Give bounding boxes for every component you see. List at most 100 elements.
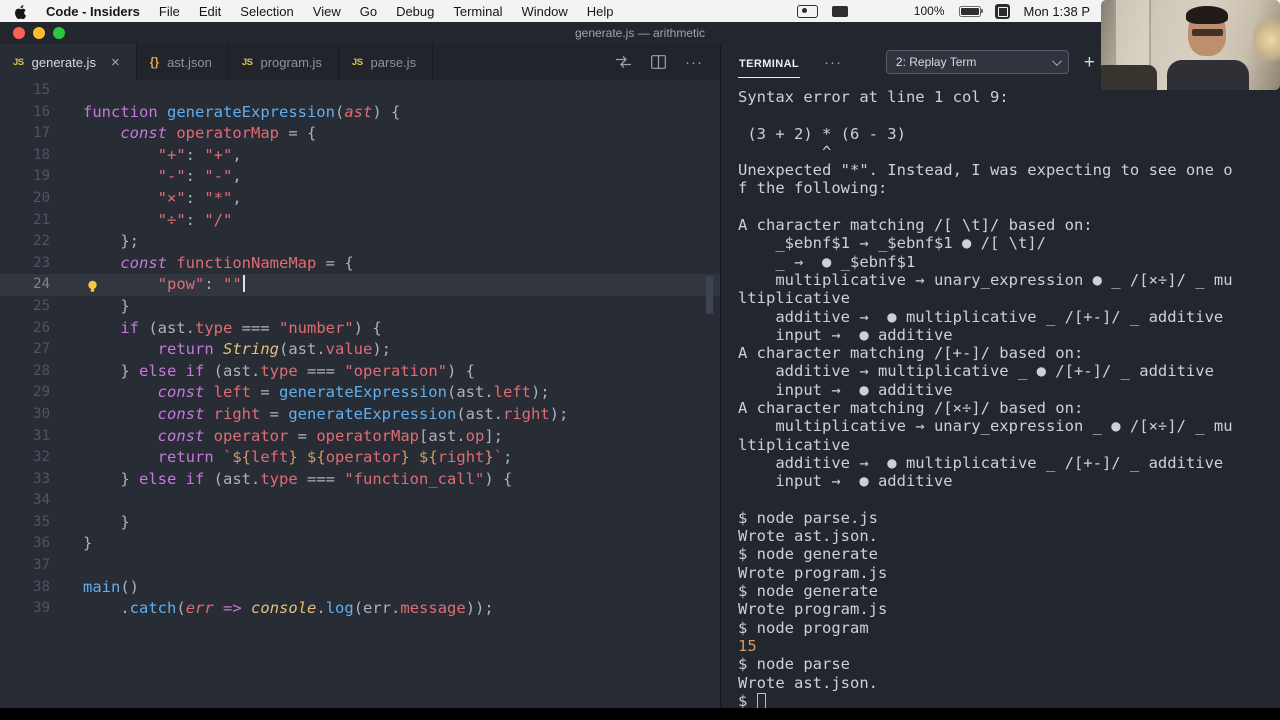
new-terminal-button[interactable]: + [1084, 53, 1095, 72]
line-number: 16 [0, 102, 50, 124]
code-lines: 1516function generateExpression(ast) {17… [0, 80, 720, 620]
terminal-line: Wrote ast.json. [738, 527, 1280, 545]
tab-program.js[interactable]: JS program.js [229, 44, 339, 80]
traffic-lights [13, 27, 65, 39]
code-line-30[interactable]: 30 const right = generateExpression(ast.… [0, 404, 720, 426]
line-number: 39 [0, 598, 50, 620]
code-line-16[interactable]: 16function generateExpression(ast) { [0, 102, 720, 124]
code-line-37[interactable]: 37 [0, 555, 720, 577]
code-line-17[interactable]: 17 const operatorMap = { [0, 123, 720, 145]
tab-label: program.js [261, 55, 322, 70]
terminal-line: $ [738, 692, 1280, 708]
terminal-instance-select[interactable]: 2: Replay Term [886, 50, 1069, 74]
close-icon[interactable]: × [111, 54, 120, 71]
tab-generate.js[interactable]: JSgenerate.js× [0, 44, 137, 80]
code-line-29[interactable]: 29 const left = generateExpression(ast.l… [0, 382, 720, 404]
battery-icon[interactable] [959, 6, 981, 17]
split-editor-icon[interactable] [651, 55, 666, 69]
menu-terminal[interactable]: Terminal [453, 4, 502, 19]
terminal-line [738, 491, 1280, 509]
menubar-app-icon[interactable] [995, 4, 1010, 19]
line-number: 24 [0, 274, 50, 296]
menu-help[interactable]: Help [587, 4, 614, 19]
terminal-line: f the following: [738, 179, 1280, 197]
tab-label: parse.js [371, 55, 417, 70]
editor-cursor [243, 275, 245, 292]
webcam-background-lamp [1253, 16, 1280, 64]
code-line-23[interactable]: 23 const functionNameMap = { [0, 253, 720, 275]
menubar-left: Code - Insiders File Edit Selection View Go D… [14, 4, 614, 19]
line-number: 31 [0, 426, 50, 448]
screen-record-icon[interactable] [797, 5, 818, 18]
terminal-line: additive → ● multiplicative _ /[+-]/ _ a… [738, 308, 1280, 326]
menu-selection[interactable]: Selection [240, 4, 293, 19]
tab-parse.js[interactable]: JS parse.js [339, 44, 433, 80]
terminal-line: additive → ● multiplicative _ /[+-]/ _ a… [738, 454, 1280, 472]
window-title: generate.js — arithmetic [575, 26, 705, 40]
code-line-19[interactable]: 19 "-": "-", [0, 166, 720, 188]
js-file-icon: JS [352, 57, 363, 68]
code-line-27[interactable]: 27 return String(ast.value); [0, 339, 720, 361]
code-editor[interactable]: 1516function generateExpression(ast) {17… [0, 80, 720, 708]
menu-window[interactable]: Window [522, 4, 568, 19]
menu-view[interactable]: View [313, 4, 341, 19]
code-line-26[interactable]: 26 if (ast.type === "number") { [0, 318, 720, 340]
open-changes-icon[interactable] [615, 55, 632, 69]
line-number: 34 [0, 490, 50, 512]
terminal-line: input → ● additive [738, 381, 1280, 399]
menu-debug[interactable]: Debug [396, 4, 434, 19]
menu-edit[interactable]: Edit [199, 4, 221, 19]
apple-icon[interactable] [14, 4, 27, 19]
code-line-33[interactable]: 33 } else if (ast.type === "function_cal… [0, 469, 720, 491]
line-number: 33 [0, 469, 50, 491]
terminal-line: $ node parse [738, 655, 1280, 673]
code-line-38[interactable]: 38main() [0, 577, 720, 599]
terminal-line: $ node generate [738, 582, 1280, 600]
code-line-15[interactable]: 15 [0, 80, 720, 102]
editor-scrollbar[interactable] [706, 276, 713, 314]
code-line-22[interactable]: 22 }; [0, 231, 720, 253]
code-line-24[interactable]: 24 "pow": "" [0, 274, 720, 296]
code-line-35[interactable]: 35 } [0, 512, 720, 534]
terminal-more-actions-icon[interactable]: ··· [824, 54, 842, 71]
line-number: 25 [0, 296, 50, 318]
window-titlebar: generate.js — arithmetic [0, 22, 1280, 44]
camera-icon[interactable] [832, 6, 848, 17]
code-line-34[interactable]: 34 [0, 490, 720, 512]
code-line-20[interactable]: 20 "×": "*", [0, 188, 720, 210]
code-line-18[interactable]: 18 "+": "+", [0, 145, 720, 167]
terminal-line: multiplicative → unary_expression ● _ /[… [738, 271, 1280, 289]
js-file-icon: JS [13, 57, 24, 68]
line-number: 30 [0, 404, 50, 426]
chevron-down-icon [1052, 56, 1062, 66]
menu-items: File Edit Selection View Go Debug Terminal Wind… [159, 4, 614, 19]
line-number: 15 [0, 80, 50, 102]
terminal-line [738, 106, 1280, 124]
menu-file[interactable]: File [159, 4, 180, 19]
terminal-panel: TERMINAL ··· 2: Replay Term + Syntax err… [720, 44, 1280, 708]
menubar-clock[interactable]: Mon 1:38 P [1024, 4, 1091, 19]
menu-go[interactable]: Go [360, 4, 377, 19]
code-line-31[interactable]: 31 const operator = operatorMap[ast.op]; [0, 426, 720, 448]
terminal-output[interactable]: Syntax error at line 1 col 9: (3 + 2) * … [721, 80, 1280, 708]
js-file-icon: JS [242, 57, 253, 68]
terminal-line: $ node program [738, 619, 1280, 637]
zoom-window-button[interactable] [53, 27, 65, 39]
close-window-button[interactable] [13, 27, 25, 39]
terminal-line: multiplicative → unary_expression _ ● /[… [738, 417, 1280, 435]
code-line-36[interactable]: 36} [0, 533, 720, 555]
code-line-28[interactable]: 28 } else if (ast.type === "operation") … [0, 361, 720, 383]
code-line-39[interactable]: 39 .catch(err => console.log(err.message… [0, 598, 720, 620]
tab-terminal[interactable]: TERMINAL [738, 47, 800, 78]
tab-bar: JSgenerate.js×{}ast.json JS program.js JS pa… [0, 44, 720, 80]
code-line-21[interactable]: 21 "÷": "/" [0, 210, 720, 232]
code-line-25[interactable]: 25 } [0, 296, 720, 318]
line-number: 22 [0, 231, 50, 253]
line-number: 37 [0, 555, 50, 577]
more-actions-icon[interactable]: ··· [685, 54, 703, 71]
minimize-window-button[interactable] [33, 27, 45, 39]
line-number: 32 [0, 447, 50, 469]
tab-ast.json[interactable]: {}ast.json [137, 44, 229, 80]
menubar-app-name[interactable]: Code - Insiders [46, 4, 140, 19]
code-line-32[interactable]: 32 return `${left} ${operator} ${right}`… [0, 447, 720, 469]
